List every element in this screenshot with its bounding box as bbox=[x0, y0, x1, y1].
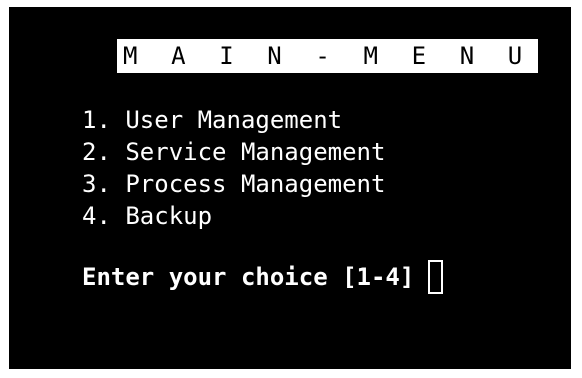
menu-title: M A I N - M E N U bbox=[117, 39, 538, 73]
menu-item-user-management[interactable]: 1. User Management bbox=[82, 104, 385, 136]
menu-item-backup[interactable]: 4. Backup bbox=[82, 200, 385, 232]
menu-list: 1. User Management 2. Service Management… bbox=[82, 104, 385, 232]
menu-item-process-management[interactable]: 3. Process Management bbox=[82, 168, 385, 200]
menu-item-service-management[interactable]: 2. Service Management bbox=[82, 136, 385, 168]
choice-input-cursor[interactable] bbox=[428, 260, 444, 294]
terminal-window: M A I N - M E N U 1. User Management 2. … bbox=[9, 7, 571, 369]
choice-prompt: Enter your choice [1-4] bbox=[82, 260, 444, 294]
prompt-label: Enter your choice [1-4] bbox=[82, 263, 415, 291]
